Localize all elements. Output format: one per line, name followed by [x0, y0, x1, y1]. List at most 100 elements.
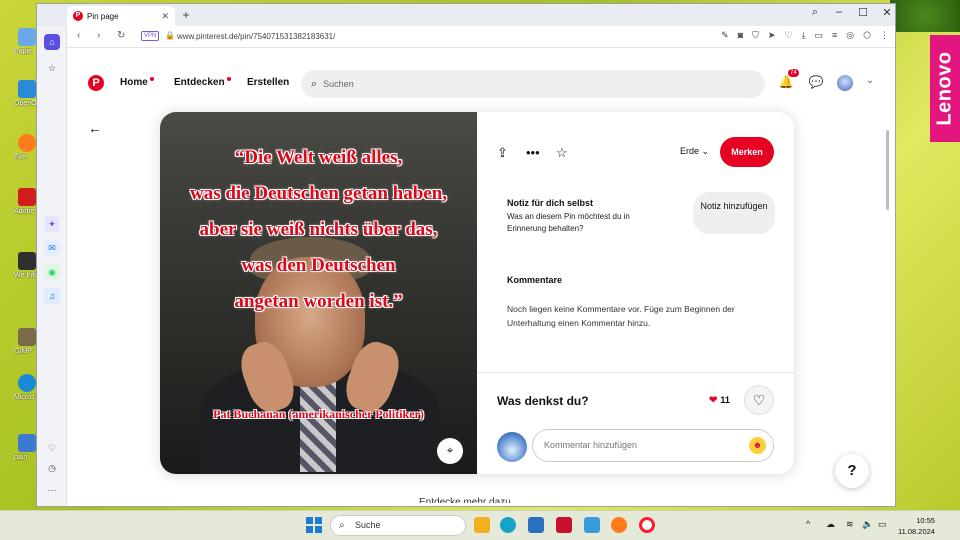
add-note-button[interactable]: Notiz hinzufügen	[693, 192, 775, 234]
star-icon[interactable]: ☆	[556, 145, 568, 161]
comments-title: Kommentare	[507, 275, 563, 285]
edge-icon[interactable]	[500, 517, 516, 533]
desktop-icon[interactable]: Papie	[14, 28, 36, 55]
menu-icon[interactable]: ≡	[832, 30, 837, 41]
avatar[interactable]	[837, 75, 853, 91]
comments-empty-text: Noch liegen keine Kommentare vor. Füge z…	[507, 304, 735, 328]
store-icon[interactable]	[528, 517, 544, 533]
pin-image[interactable]: “Die Welt weiß alles, was die Deutschen …	[160, 112, 477, 474]
pin-card: “Die Welt weiß alles, was die Deutschen …	[160, 112, 794, 474]
tray-chevron-icon[interactable]: ^	[806, 519, 810, 529]
like-button[interactable]: ♡	[744, 385, 774, 415]
desktop-icon-label: Fire	[14, 154, 27, 161]
taskbar-search[interactable]: ⌕ Suche	[330, 515, 466, 536]
quote-line: “Die Welt weiß alles,	[234, 147, 403, 168]
aria-icon[interactable]: ✦	[44, 216, 60, 232]
desktop-icon-label: We Informat	[14, 272, 36, 279]
comment-placeholder: Kommentar hinzufügen	[544, 440, 638, 450]
heart-bookmark-icon[interactable]: ♡	[784, 30, 792, 41]
desktop-icon[interactable]: GIMP	[14, 328, 36, 355]
back-arrow-icon[interactable]: ←	[88, 120, 102, 136]
download-icon[interactable]: ⤓	[802, 30, 806, 41]
comment-input[interactable]: Kommentar hinzufügen ☻	[532, 429, 774, 462]
messenger-icon[interactable]: ✉	[44, 240, 60, 256]
desktop-icon[interactable]: OpenOff	[14, 80, 36, 107]
quote-author: Pat Buchanan (amerikanischer Politiker)	[213, 407, 424, 421]
tab-pin-page[interactable]: P Pin page ✕	[67, 6, 175, 26]
forward-nav-icon[interactable]: ›	[97, 30, 100, 41]
desktop-icon[interactable]: pain	[14, 434, 36, 461]
openoffice-icon	[18, 80, 36, 98]
adobe-icon	[18, 188, 36, 206]
send-icon[interactable]: ➤	[768, 30, 776, 41]
desktop-icon[interactable]: We Informat	[14, 252, 36, 279]
bell-icon[interactable]: 🔔	[778, 75, 794, 91]
desktop-icon[interactable]: Adobe	[14, 188, 36, 215]
battery-icon[interactable]: ▭	[815, 30, 824, 41]
vpn-badge[interactable]: VPN	[141, 31, 160, 41]
minimize-icon[interactable]: –	[833, 6, 845, 19]
scrollbar[interactable]	[886, 130, 889, 210]
reaction-count[interactable]: ❤ 11	[709, 395, 730, 406]
taskbar: ⌕ Suche ^ ☁ ≋ 🔈 ▭ 10:55 11.08.2024	[0, 510, 960, 540]
quote-line: aber sie weiß nichts über das,	[199, 219, 438, 240]
close-window-icon[interactable]: ✕	[881, 6, 893, 19]
music-icon[interactable]: ♫	[44, 288, 60, 304]
extensions-icon[interactable]: ⬡	[863, 30, 871, 41]
pinterest-header: P Home Entdecken Erstellen ⌕ Suchen 🔔 74…	[67, 48, 895, 108]
camera-icon[interactable]: ◙	[738, 30, 743, 41]
new-tab-icon[interactable]: +	[179, 8, 193, 22]
more-icon[interactable]: ⋯	[44, 482, 60, 498]
firefox-icon[interactable]	[611, 517, 627, 533]
whatsapp-icon[interactable]: ◉	[44, 264, 60, 280]
search-icon: ⌕	[339, 520, 345, 531]
address-actions: ✎ ◙ ⛉ ➤ ♡ ⤓ ▭ ≡ ◎ ⬡ ⋮	[721, 30, 889, 41]
search-tabs-icon[interactable]: ⌕	[809, 6, 821, 19]
shield-icon[interactable]: ⛉	[752, 30, 759, 41]
desktop-icon[interactable]: Fire	[14, 134, 36, 161]
volume-icon[interactable]: 🔈	[862, 519, 873, 530]
onedrive-icon[interactable]: ☁	[826, 519, 835, 530]
heart-icon[interactable]: ♡	[44, 440, 60, 456]
desktop-icon-label: Micros	[14, 394, 35, 401]
emoji-icon[interactable]: ☻	[749, 437, 766, 454]
search-input[interactable]: ⌕ Suchen	[301, 70, 765, 98]
pinterest-logo-icon[interactable]: P	[88, 75, 104, 91]
back-nav-icon[interactable]: ‹	[77, 30, 80, 41]
nav-entdecken[interactable]: Entdecken	[174, 77, 231, 88]
reload-icon[interactable]: ↻	[117, 30, 125, 41]
address-bar: ‹ › ↻ VPN 🔒 www.pinterest.de/pin/7540715…	[67, 26, 895, 48]
visual-search-icon[interactable]: ⌖	[437, 438, 463, 464]
board-select[interactable]: Erde ⌄	[680, 146, 709, 157]
more-options-icon[interactable]: •••	[526, 145, 540, 160]
messages-icon[interactable]: 💬	[808, 75, 824, 91]
chevron-down-icon[interactable]: ⌄	[862, 75, 878, 91]
wifi-icon[interactable]: ≋	[846, 519, 854, 530]
note-title: Notiz für dich selbst	[507, 198, 594, 208]
home-icon[interactable]: ⌂	[44, 34, 60, 50]
menu-dots-icon[interactable]: ⋮	[880, 30, 889, 41]
lock-icon[interactable]: 🔒	[165, 31, 175, 40]
firefox-icon	[18, 134, 36, 152]
save-button[interactable]: Merken	[720, 137, 774, 167]
bookmark-star-icon[interactable]: ☆	[44, 60, 60, 76]
maximize-icon[interactable]: ☐	[857, 6, 869, 19]
edit-icon[interactable]: ✎	[721, 30, 729, 41]
app-icon[interactable]	[584, 517, 600, 533]
search-icon: ⌕	[311, 77, 318, 90]
opera-icon[interactable]	[639, 517, 655, 533]
file-explorer-icon[interactable]	[474, 517, 490, 533]
mcafee-icon[interactable]	[556, 517, 572, 533]
clock[interactable]: 10:55 11.08.2024	[898, 515, 935, 537]
close-tab-icon[interactable]: ✕	[161, 11, 169, 22]
desktop-icon[interactable]: Micros	[14, 374, 36, 401]
url-field[interactable]: www.pinterest.de/pin/754071531382183631/	[177, 32, 335, 41]
help-button[interactable]: ?	[835, 454, 869, 488]
share-icon[interactable]: ⇪	[497, 145, 508, 161]
battery-icon[interactable]: ▭	[878, 519, 887, 530]
nav-home[interactable]: Home	[120, 77, 154, 88]
nav-erstellen[interactable]: Erstellen	[247, 77, 289, 88]
profile-icon[interactable]: ◎	[846, 30, 854, 41]
history-icon[interactable]: ◷	[44, 460, 60, 476]
start-icon[interactable]	[306, 517, 322, 533]
